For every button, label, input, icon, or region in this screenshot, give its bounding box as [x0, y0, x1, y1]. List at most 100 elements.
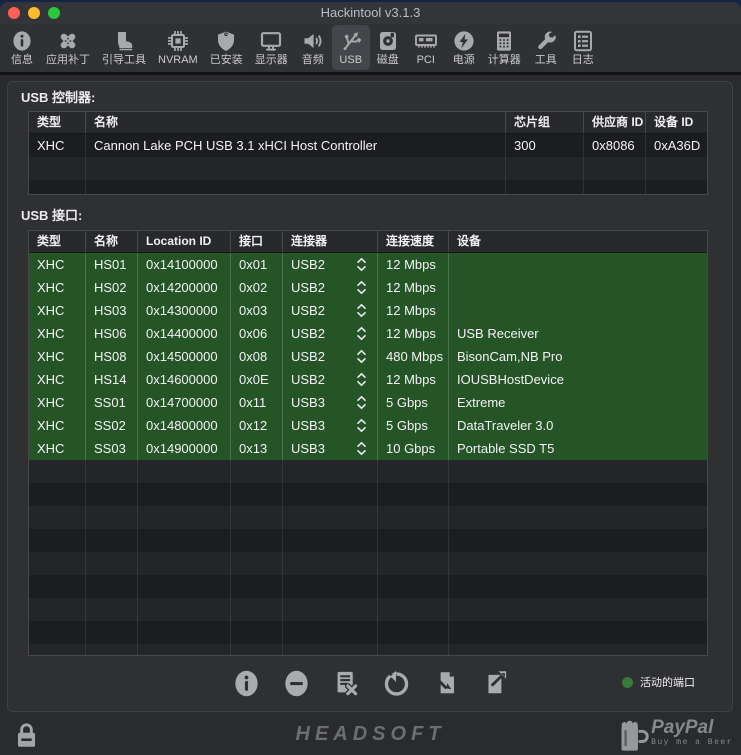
- table-cell: [449, 575, 708, 598]
- close-button[interactable]: [8, 7, 20, 19]
- toolbar-item-label: 已安装: [210, 54, 243, 67]
- connector-select[interactable]: USB3: [283, 414, 378, 437]
- table-cell: [138, 644, 231, 656]
- table-cell: HS03: [86, 299, 138, 322]
- table-cell: [231, 575, 283, 598]
- toolbar-item-boot[interactable]: 引导工具: [96, 25, 152, 70]
- table-cell: 12 Mbps: [378, 322, 449, 345]
- table-cell: [138, 575, 231, 598]
- toolbar-item-label: USB: [339, 54, 362, 67]
- toolbar-item-power[interactable]: 电源: [446, 25, 482, 70]
- table-cell: [86, 575, 138, 598]
- connector-select[interactable]: USB2: [283, 368, 378, 391]
- column-header: 类型: [29, 231, 86, 252]
- refresh-button[interactable]: [382, 670, 410, 700]
- toolbar-item-label: 磁盘: [377, 54, 399, 67]
- table-cell: [584, 180, 646, 195]
- table-cell: [378, 483, 449, 506]
- port-row[interactable]: XHCSS030x149000000x13USB310 GbpsPortable…: [29, 437, 708, 460]
- toolbar-item-disk[interactable]: 磁盘: [370, 25, 406, 70]
- empty-row: [29, 529, 708, 552]
- table-cell: [231, 621, 283, 644]
- table-cell: [646, 157, 708, 180]
- boot-icon: [112, 27, 136, 54]
- toolbar-item-patches[interactable]: 应用补丁: [40, 25, 96, 70]
- table-cell: [29, 483, 86, 506]
- table-cell: [138, 460, 231, 483]
- toolbar-item-label: PCI: [417, 54, 435, 67]
- paypal-subtitle: Buy me a Beer: [651, 738, 733, 747]
- toolbar-item-installed[interactable]: 已安装: [204, 25, 249, 70]
- titlebar: Hackintool v3.1.3: [0, 2, 741, 24]
- paypal-donate-button[interactable]: PayPal Buy me a Beer: [619, 717, 733, 755]
- table-cell: 0x01: [231, 253, 283, 276]
- share-file-icon: [482, 669, 510, 701]
- remove-button[interactable]: [282, 670, 310, 700]
- table-cell: [29, 644, 86, 656]
- toolbar-item-label: 信息: [11, 54, 33, 67]
- connector-select[interactable]: USB2: [283, 299, 378, 322]
- connector-select[interactable]: USB2: [283, 345, 378, 368]
- toolbar-item-tools[interactable]: 工具: [527, 25, 565, 70]
- port-row[interactable]: XHCHS020x142000000x02USB212 Mbps: [29, 276, 708, 299]
- port-row[interactable]: XHCSS010x147000000x11USB35 GbpsExtreme: [29, 391, 708, 414]
- table-cell: 0x02: [231, 276, 283, 299]
- table-cell: [231, 529, 283, 552]
- table-cell: [231, 483, 283, 506]
- controller-row[interactable]: XHCCannon Lake PCH USB 3.1 xHCI Host Con…: [29, 134, 708, 157]
- toolbar-item-pci[interactable]: PCI: [406, 25, 446, 70]
- table-cell: [378, 460, 449, 483]
- table-cell: 480 Mbps: [378, 345, 449, 368]
- table-cell: [378, 644, 449, 656]
- port-row[interactable]: XHCHS140x146000000x0EUSB212 MbpsIOUSBHos…: [29, 368, 708, 391]
- table-cell: [378, 506, 449, 529]
- column-header: 类型: [29, 112, 86, 133]
- toolbar-item-nvram[interactable]: NVRAM: [152, 25, 204, 70]
- toolbar-item-usb[interactable]: USB: [332, 25, 370, 70]
- column-header: 连接速度: [378, 231, 449, 252]
- table-cell: [86, 621, 138, 644]
- toolbar-item-display[interactable]: 显示器: [249, 25, 294, 70]
- toolbar-item-label: 引导工具: [102, 54, 146, 67]
- table-cell: [283, 621, 378, 644]
- connector-select[interactable]: USB3: [283, 437, 378, 460]
- stepper-chevrons-icon: [355, 372, 368, 387]
- table-cell: 12 Mbps: [378, 299, 449, 322]
- port-row[interactable]: XHCHS010x141000000x01USB212 Mbps: [29, 253, 708, 276]
- connector-select[interactable]: USB2: [283, 253, 378, 276]
- table-cell: 5 Gbps: [378, 391, 449, 414]
- port-row[interactable]: XHCSS020x148000000x12USB35 GbpsDataTrave…: [29, 414, 708, 437]
- info-button[interactable]: [232, 670, 260, 700]
- connector-select[interactable]: USB2: [283, 276, 378, 299]
- connector-select[interactable]: USB2: [283, 322, 378, 345]
- toolbar-item-label: 工具: [535, 54, 557, 67]
- info-icon: [10, 27, 34, 54]
- port-row[interactable]: XHCHS080x145000000x08USB2480 MbpsBisonCa…: [29, 345, 708, 368]
- connector-select[interactable]: USB3: [283, 391, 378, 414]
- export-button[interactable]: [432, 670, 460, 700]
- table-cell: SS01: [86, 391, 138, 414]
- toolbar-item-info[interactable]: 信息: [4, 25, 40, 70]
- port-row[interactable]: XHCHS030x143000000x03USB212 Mbps: [29, 299, 708, 322]
- share-button[interactable]: [482, 670, 510, 700]
- table-cell: DataTraveler 3.0: [449, 414, 708, 437]
- toolbar-item-calculator[interactable]: 计算器: [482, 25, 527, 70]
- table-cell: XHC: [29, 276, 86, 299]
- table-cell: 0x12: [231, 414, 283, 437]
- table-cell: 0x14600000: [138, 368, 231, 391]
- zoom-button[interactable]: [48, 7, 60, 19]
- active-port-indicator: [622, 677, 633, 688]
- table-cell: 0x14400000: [138, 322, 231, 345]
- ports-table: 类型名称Location ID接口连接器连接速度设备XHCHS010x14100…: [28, 230, 708, 656]
- table-cell: [378, 575, 449, 598]
- toolbar-item-log[interactable]: 日志: [565, 25, 601, 70]
- table-cell: [138, 506, 231, 529]
- port-row[interactable]: XHCHS060x144000000x06USB212 MbpsUSB Rece…: [29, 322, 708, 345]
- minimize-button[interactable]: [28, 7, 40, 19]
- disk-icon: [376, 27, 400, 54]
- clear-button[interactable]: [332, 670, 360, 700]
- table-cell: 0x14900000: [138, 437, 231, 460]
- toolbar-item-audio[interactable]: 音频: [294, 25, 332, 70]
- table-cell: [29, 506, 86, 529]
- table-cell: HS08: [86, 345, 138, 368]
